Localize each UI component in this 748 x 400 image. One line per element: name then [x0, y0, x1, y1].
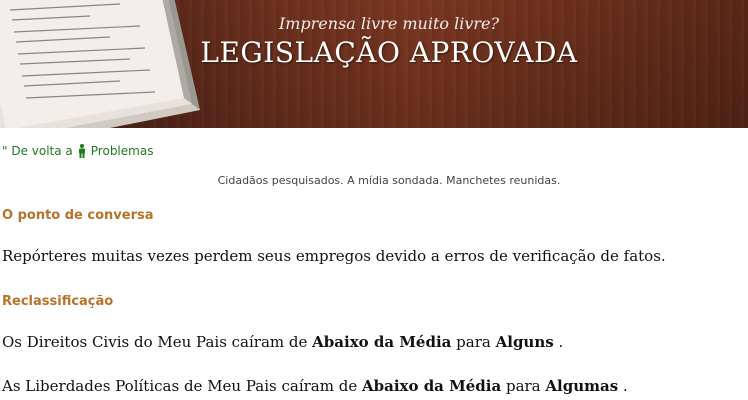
header-banner: Imprensa livre muito livre? LEGISLAÇÃO A… [0, 0, 748, 128]
line-pre: As Liberdades Políticas de Meu Pais caír… [2, 377, 358, 395]
reclassification-heading: Reclassificação [2, 294, 114, 309]
back-prefix-text: " De volta a [2, 144, 73, 158]
line-end: . [558, 333, 564, 351]
page-subtitle: Cidadãos pesquisados. A mídia sondada. M… [217, 174, 561, 187]
back-to-problems-link[interactable]: " De volta a Problemas [2, 144, 153, 158]
banner-tagline: Imprensa livre muito livre? [278, 14, 500, 33]
line-mid: para [505, 377, 541, 395]
talking-point-heading: O ponto de conversa [2, 208, 154, 223]
person-icon [78, 144, 85, 158]
reclassification-line-political-freedoms: As Liberdades Políticas de Meu Pais caír… [2, 377, 628, 395]
line-to-rating: Algumas [545, 377, 619, 395]
reclassification-line-civil-rights: Os Direitos Civis do Meu Pais caíram de … [2, 333, 563, 351]
talking-point-text: Repórteres muitas vezes perdem seus empr… [2, 247, 666, 265]
line-from-rating: Abaixo da Média [361, 377, 502, 395]
banner-headline: LEGISLAÇÃO APROVADA [200, 36, 578, 69]
line-end: . [622, 377, 628, 395]
line-from-rating: Abaixo da Média [312, 333, 452, 351]
line-mid: para [456, 333, 491, 351]
line-to-rating: Alguns [495, 333, 554, 351]
back-target-text: Problemas [90, 144, 154, 158]
line-pre: Os Direitos Civis do Meu Pais caíram de [2, 333, 308, 351]
